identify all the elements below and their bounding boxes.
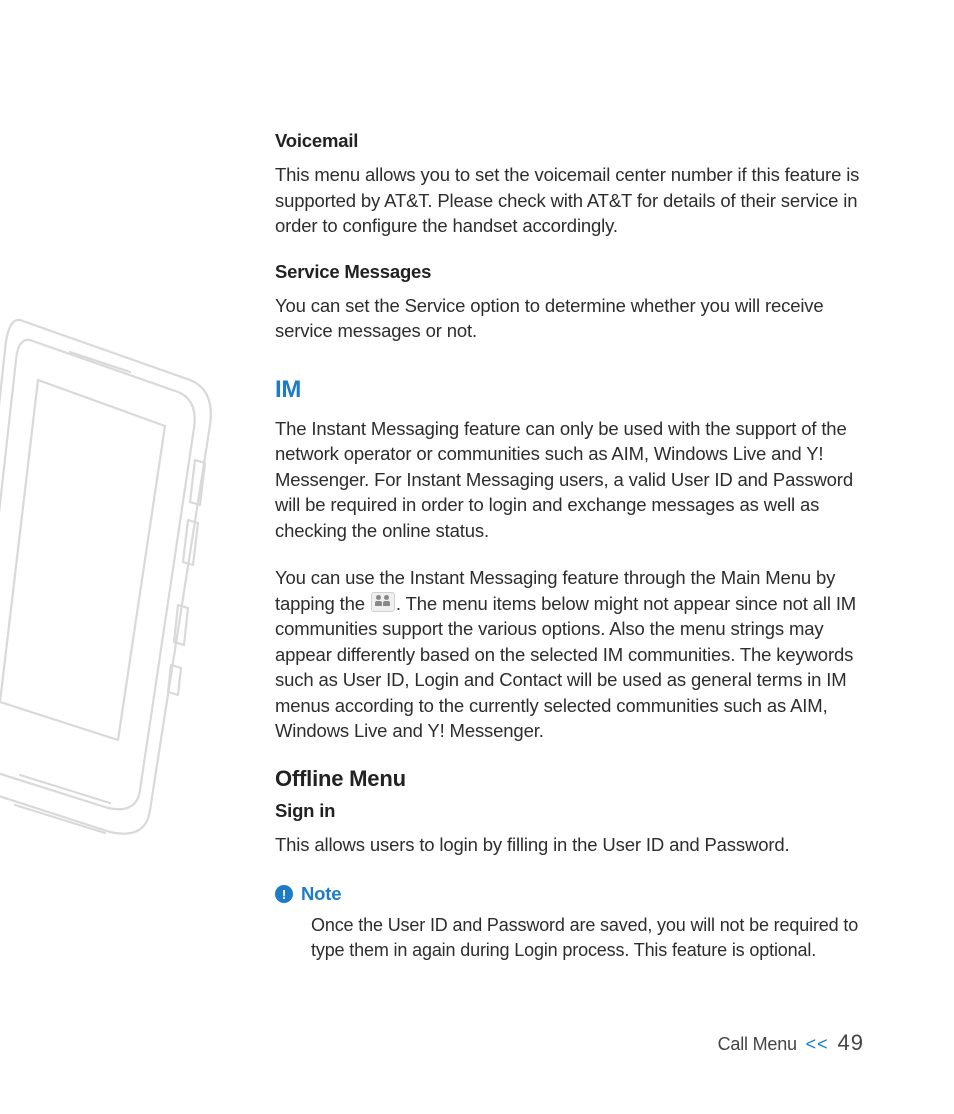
im-para-2: You can use the Instant Messaging featur…	[275, 565, 865, 744]
im-para-1: The Instant Messaging feature can only b…	[275, 416, 865, 544]
page-number: 49	[838, 1030, 864, 1055]
voicemail-body: This menu allows you to set the voicemai…	[275, 162, 865, 239]
offline-menu-heading: Offline Menu	[275, 766, 865, 792]
sign-in-heading: Sign in	[275, 800, 865, 822]
footer-section: Call Menu	[718, 1034, 797, 1054]
contacts-icon	[371, 592, 395, 612]
note-header: ! Note	[275, 883, 865, 905]
page-content: Voicemail This menu allows you to set th…	[275, 130, 865, 964]
note-label: Note	[301, 883, 341, 905]
im-heading: IM	[275, 376, 865, 404]
service-messages-body: You can set the Service option to determ…	[275, 293, 865, 344]
service-messages-heading: Service Messages	[275, 261, 865, 283]
note-body: Once the User ID and Password are saved,…	[311, 913, 861, 963]
manual-page: Voicemail This menu allows you to set th…	[0, 0, 954, 1114]
phone-outline-illustration	[0, 310, 260, 870]
alert-icon: !	[275, 885, 293, 903]
sign-in-body: This allows users to login by filling in…	[275, 832, 865, 858]
im-para-2b: . The menu items below might not appear …	[275, 593, 856, 742]
footer-separator: <<	[806, 1034, 829, 1054]
page-footer: Call Menu << 49	[718, 1030, 864, 1056]
voicemail-heading: Voicemail	[275, 130, 865, 152]
